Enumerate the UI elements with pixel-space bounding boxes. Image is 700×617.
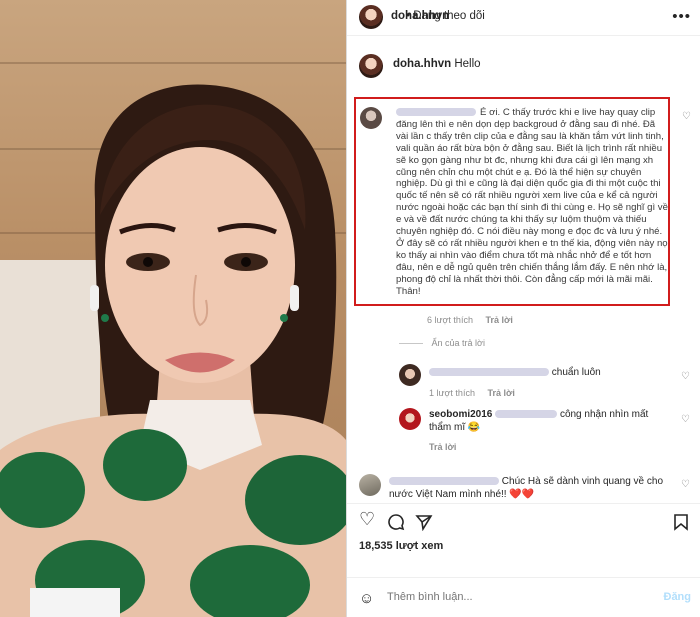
comment-likes[interactable]: 6 lượt thích xyxy=(427,315,473,325)
main-comment: É ơi. C thấy trước khi e live hay quay c… xyxy=(396,107,668,298)
like-comment-icon[interactable]: ♡ xyxy=(681,479,690,490)
reply-button[interactable]: Trả lời xyxy=(429,442,456,452)
share-icon[interactable] xyxy=(415,513,433,531)
post-media[interactable] xyxy=(0,0,346,617)
avatar[interactable] xyxy=(359,54,383,78)
bottom-comment: Chúc Hà sẽ dành vinh quang về cho xyxy=(389,476,663,487)
header-separator: • xyxy=(406,10,411,22)
comment-input[interactable] xyxy=(387,591,607,603)
follow-status-label: Đang theo dõi xyxy=(413,10,485,22)
blurred-username xyxy=(429,368,549,377)
action-bar: ♡ xyxy=(347,505,700,533)
reply-2-meta: Trả lời xyxy=(429,442,456,452)
hide-replies[interactable]: Ẩn của trả lời xyxy=(399,338,485,348)
post-button[interactable]: Đăng xyxy=(664,591,692,603)
emoji-icon[interactable]: ☺ xyxy=(359,590,374,607)
bookmark-icon[interactable] xyxy=(673,513,689,531)
reply-2: seobomi2016 công nhận nhìn mất xyxy=(429,409,648,420)
bottom-comment-text2: nước Việt Nam mình nhé!! ❤️❤️ xyxy=(389,489,535,500)
divider xyxy=(347,503,700,504)
like-comment-icon[interactable]: ♡ xyxy=(682,111,691,122)
highlighted-comment: É ơi. C thấy trước khi e live hay quay c… xyxy=(354,97,691,306)
main-comment-text: É ơi. C thấy trước khi e live hay quay c… xyxy=(396,107,668,297)
view-count[interactable]: 18,535 lượt xem xyxy=(359,540,443,552)
divider xyxy=(399,343,423,345)
avatar[interactable] xyxy=(359,5,383,29)
add-comment-bar: ☺ Đăng xyxy=(347,577,700,617)
reply-2-username[interactable]: seobomi2016 xyxy=(429,409,492,420)
reply-2-text: công nhận nhìn mất xyxy=(559,409,649,420)
caption-text: Hello xyxy=(454,58,481,70)
reply-2-text2: thẩm mĩ 😂 xyxy=(429,422,481,433)
blurred-username xyxy=(396,108,476,117)
blurred-username xyxy=(389,477,499,486)
avatar[interactable] xyxy=(359,474,381,496)
portrait-image xyxy=(0,84,346,617)
reply-2-line2: thẩm mĩ 😂 xyxy=(429,422,480,433)
heart-icon[interactable]: ♡ xyxy=(359,509,375,530)
comment-icon[interactable] xyxy=(387,513,405,531)
post-header: doha.hhvn • Đang theo dõi ••• xyxy=(347,0,700,36)
like-comment-icon[interactable]: ♡ xyxy=(681,371,690,382)
reply-1-likes[interactable]: 1 lượt thích xyxy=(429,388,475,398)
like-comment-icon[interactable]: ♡ xyxy=(681,414,690,425)
reply-1: chuẩn luôn xyxy=(429,367,601,378)
hide-replies-label: Ẩn của trả lời xyxy=(431,338,485,348)
caption: doha.hhvn Hello xyxy=(393,58,481,70)
reply-button[interactable]: Trả lời xyxy=(487,388,514,398)
more-options-icon[interactable]: ••• xyxy=(672,8,691,25)
comments-panel: doha.hhvn • Đang theo dõi ••• doha.hhvn … xyxy=(346,0,700,617)
comment-meta: 6 lượt thích Trả lời xyxy=(427,315,513,325)
blurred-mention xyxy=(495,410,558,419)
avatar[interactable] xyxy=(360,107,382,129)
reply-1-text: chuẩn luôn xyxy=(551,367,601,378)
bottom-comment-line2: nước Việt Nam mình nhé!! ❤️❤️ xyxy=(389,489,534,500)
avatar[interactable] xyxy=(399,364,421,386)
reply-1-meta: 1 lượt thích Trả lời xyxy=(429,388,515,398)
caption-username[interactable]: doha.hhvn xyxy=(393,58,451,70)
reply-button[interactable]: Trả lời xyxy=(485,315,512,325)
follow-status[interactable]: • Đang theo dõi xyxy=(406,10,485,22)
avatar[interactable] xyxy=(399,408,421,430)
bottom-comment-text: Chúc Hà sẽ dành vinh quang về cho xyxy=(501,476,664,487)
